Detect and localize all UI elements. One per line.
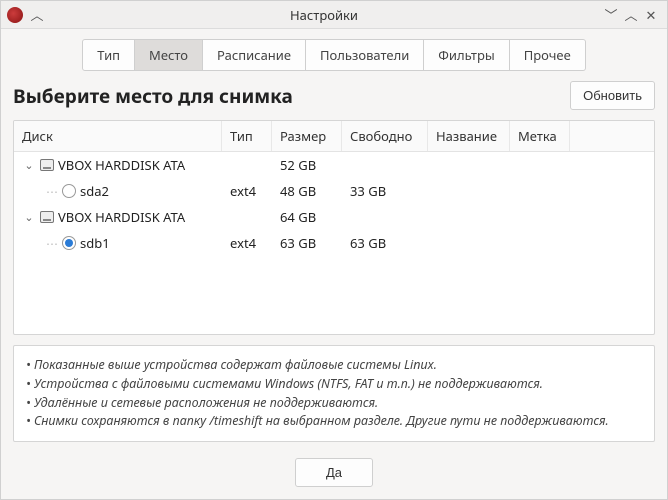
cell-type: ext4 [222,234,272,252]
cell-size: 52 GB [272,156,342,174]
col-free[interactable]: Свободно [342,121,428,151]
col-type[interactable]: Тип [222,121,272,151]
partition-row[interactable]: ⋯sdb1ext463 GB63 GB [14,230,654,256]
disk-label: VBOX HARDDISK ATA [58,156,185,174]
close-button[interactable]: ✕ [641,5,661,25]
partition-label: sdb1 [80,234,110,252]
disk-label: VBOX HARDDISK ATA [58,208,185,226]
cell-size: 64 GB [272,208,342,226]
cell-type: ext4 [222,182,272,200]
disk-row[interactable]: ⌄ VBOX HARDDISK ATA 52 GB [14,152,654,178]
tree-body[interactable]: ⌄VBOX HARDDISK ATA52 GB⋯sda2ext448 GB33 … [14,152,654,334]
window-title: Настройки [47,6,601,24]
col-label[interactable]: Метка [510,121,570,151]
partition-label: sda2 [80,182,109,200]
roll-up-button[interactable]: ︿ [27,5,47,25]
heading-row: Выберите место для снимка Обновить [13,81,655,110]
cell-free: 63 GB [342,234,428,252]
dialog-footer: Да [1,450,667,499]
settings-window: ︿ Настройки ﹀ ︿ ✕ ТипМестоРасписаниеПоль… [0,0,668,500]
chevron-down-icon[interactable]: ⌄ [22,158,36,173]
tab-0[interactable]: Тип [82,39,135,71]
note-line: • Удалённые и сетевые расположения не по… [26,394,642,413]
note-line: • Показанные выше устройства содержат фа… [26,356,642,375]
note-line: • Снимки сохраняются в папку /timeshift … [26,412,642,431]
minimize-button[interactable]: ﹀ [601,5,621,25]
maximize-button[interactable]: ︿ [621,5,641,25]
harddisk-icon [40,211,54,223]
notes-panel: • Показанные выше устройства содержат фа… [13,345,655,442]
app-icon [7,7,23,23]
tree-branch-icon: ⋯ [38,183,58,200]
col-name[interactable]: Название [428,121,510,151]
partition-radio[interactable] [62,236,76,250]
cell-size: 48 GB [272,182,342,200]
harddisk-icon [40,159,54,171]
col-size[interactable]: Размер [272,121,342,151]
ok-button[interactable]: Да [295,458,373,487]
col-disk[interactable]: Диск [14,121,222,151]
content-area: ТипМестоРасписаниеПользователиФильтрыПро… [1,29,667,450]
partition-row[interactable]: ⋯ sda2 ext448 GB33 GB [14,178,654,204]
tree-branch-icon: ⋯ [38,235,58,252]
partition-radio[interactable] [62,184,76,198]
device-tree: Диск Тип Размер Свободно Название Метка … [13,120,655,335]
tab-5[interactable]: Прочее [510,39,586,71]
tab-bar: ТипМестоРасписаниеПользователиФильтрыПро… [13,39,655,71]
titlebar: ︿ Настройки ﹀ ︿ ✕ [1,1,667,29]
note-line: • Устройства с файловыми системами Windo… [26,375,642,394]
refresh-button[interactable]: Обновить [570,81,655,110]
tab-1[interactable]: Место [135,39,203,71]
tab-2[interactable]: Расписание [203,39,306,71]
tree-header: Диск Тип Размер Свободно Название Метка [14,121,654,152]
page-heading: Выберите место для снимка [13,83,293,109]
chevron-down-icon[interactable]: ⌄ [22,210,36,225]
tab-4[interactable]: Фильтры [424,39,509,71]
col-spacer [570,121,654,151]
cell-size: 63 GB [272,234,342,252]
tab-3[interactable]: Пользователи [306,39,424,71]
disk-row[interactable]: ⌄ VBOX HARDDISK ATA 64 GB [14,204,654,230]
cell-free: 33 GB [342,182,428,200]
